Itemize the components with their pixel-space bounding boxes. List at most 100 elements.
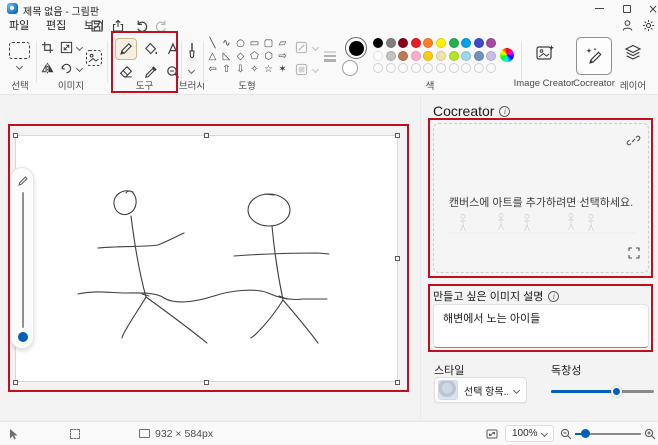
shape-button[interactable]: ▱ [276,37,289,50]
palette-color-swatch[interactable] [448,38,459,48]
pencil-tool-button[interactable] [115,38,137,60]
description-input[interactable]: 해변에서 노는 아이들 [433,304,649,348]
color2-swatch[interactable] [342,60,358,76]
shape-button[interactable]: ☆ [262,63,275,76]
shape-button[interactable]: ⇧ [220,63,233,76]
flip-button[interactable] [38,59,56,77]
palette-empty-slot[interactable] [461,63,472,74]
palette-color-swatch[interactable] [461,38,472,48]
brushes-dropdown-chevron-icon[interactable] [187,66,196,75]
creativity-slider-thumb[interactable] [610,386,622,397]
resize-handle-top-middle[interactable] [204,133,209,138]
zoom-out-button[interactable] [560,422,572,445]
shape-button[interactable]: ⇦ [206,63,219,76]
palette-color-swatch[interactable] [473,38,484,48]
palette-color-swatch[interactable] [448,50,459,61]
shape-button[interactable]: ▭ [248,37,261,50]
shape-button[interactable]: ∿ [220,37,233,50]
palette-empty-slot[interactable] [423,63,434,74]
palette-color-swatch[interactable] [398,38,409,48]
palette-color-swatch[interactable] [435,50,446,61]
shape-button[interactable]: ◺ [220,50,233,63]
redo-button[interactable] [154,19,169,33]
palette-empty-slot[interactable] [473,63,484,74]
palette-color-swatch[interactable] [398,50,409,61]
brushes-button[interactable] [181,39,203,63]
fill-dropdown-chevron-icon[interactable] [311,65,320,74]
undo-button[interactable] [135,19,150,33]
settings-button[interactable] [642,19,657,33]
cocreator-info-icon[interactable] [499,105,511,117]
crop-button[interactable] [38,38,56,56]
unlink-icon[interactable] [626,134,641,152]
shape-button[interactable]: ⬠ [248,50,261,63]
shape-button[interactable]: △ [206,50,219,63]
resize-handle-bottom-middle[interactable] [204,380,209,385]
ai-select-button[interactable] [82,46,106,70]
palette-color-swatch[interactable] [423,50,434,61]
palette-color-swatch[interactable] [373,50,383,61]
palette-color-swatch[interactable] [385,38,396,48]
shape-button[interactable]: ▢ [262,37,275,50]
outline-dropdown-chevron-icon[interactable] [311,43,320,52]
image-creator-label[interactable]: Image Creator [513,78,575,89]
fit-to-screen-button[interactable] [486,422,498,445]
palette-color-swatch[interactable] [461,50,472,61]
resize-handle-right-middle[interactable] [395,256,400,261]
selection-dropdown-chevron-icon[interactable] [15,62,24,71]
resize-handle-top-right[interactable] [395,133,400,138]
shape-button[interactable]: ⇨ [276,50,289,63]
palette-empty-slot[interactable] [398,63,409,74]
resize-handle-bottom-left[interactable] [13,380,18,385]
palette-empty-slot[interactable] [448,63,459,74]
shape-button[interactable]: ✶ [276,63,289,76]
shape-fill-button[interactable] [292,60,310,78]
palette-empty-slot[interactable] [435,63,446,74]
menu-edit[interactable]: 편집 [42,19,70,34]
color1-swatch[interactable] [345,37,367,59]
palette-color-swatch[interactable] [410,38,421,48]
image-creator-button[interactable] [534,42,556,64]
resize-handle-bottom-right[interactable] [395,380,400,385]
layers-button[interactable] [622,42,644,64]
palette-color-swatch[interactable] [473,50,484,61]
shape-button[interactable]: ╲ [206,37,219,50]
resize-handle-top-left[interactable] [13,133,18,138]
shape-button[interactable]: ◇ [234,50,247,63]
share-button[interactable] [111,19,126,33]
zoom-slider-thumb[interactable] [580,429,590,438]
palette-empty-slot[interactable] [410,63,421,74]
pen-size-thumb[interactable] [18,332,28,342]
account-button[interactable] [621,19,636,33]
stroke-size-button[interactable] [320,46,340,66]
cocreator-button[interactable] [576,37,612,75]
creativity-slider[interactable] [551,386,654,397]
palette-color-swatch[interactable] [435,38,446,48]
palette-color-swatch[interactable] [385,50,396,61]
palette-empty-slot[interactable] [486,63,497,74]
shape-button[interactable]: ⇩ [234,63,247,76]
shape-button[interactable]: ⬡ [262,50,275,63]
zoom-in-button[interactable] [644,422,656,445]
palette-color-swatch[interactable] [486,38,497,48]
shape-button[interactable]: ○ [234,37,247,50]
shape-outline-button[interactable] [292,38,310,56]
save-button[interactable] [90,19,105,33]
fill-tool-button[interactable] [140,38,162,60]
menu-file[interactable]: 파일 [5,19,33,34]
expand-icon[interactable] [628,246,640,264]
palette-color-swatch[interactable] [373,38,383,48]
zoom-level-dropdown[interactable]: 100% [505,425,554,442]
palette-color-swatch[interactable] [486,50,497,61]
edit-colors-button[interactable] [500,48,514,62]
minimize-button[interactable] [586,0,612,17]
description-info-icon[interactable] [548,290,560,302]
close-button[interactable] [640,0,658,17]
palette-empty-slot[interactable] [373,63,383,74]
zoom-slider[interactable] [575,428,641,439]
layers-label[interactable]: 레이어 [611,78,655,92]
style-dropdown[interactable]: 선택 항목... [434,377,527,403]
palette-color-swatch[interactable] [410,50,421,61]
maximize-button[interactable] [614,0,640,17]
palette-empty-slot[interactable] [385,63,396,74]
